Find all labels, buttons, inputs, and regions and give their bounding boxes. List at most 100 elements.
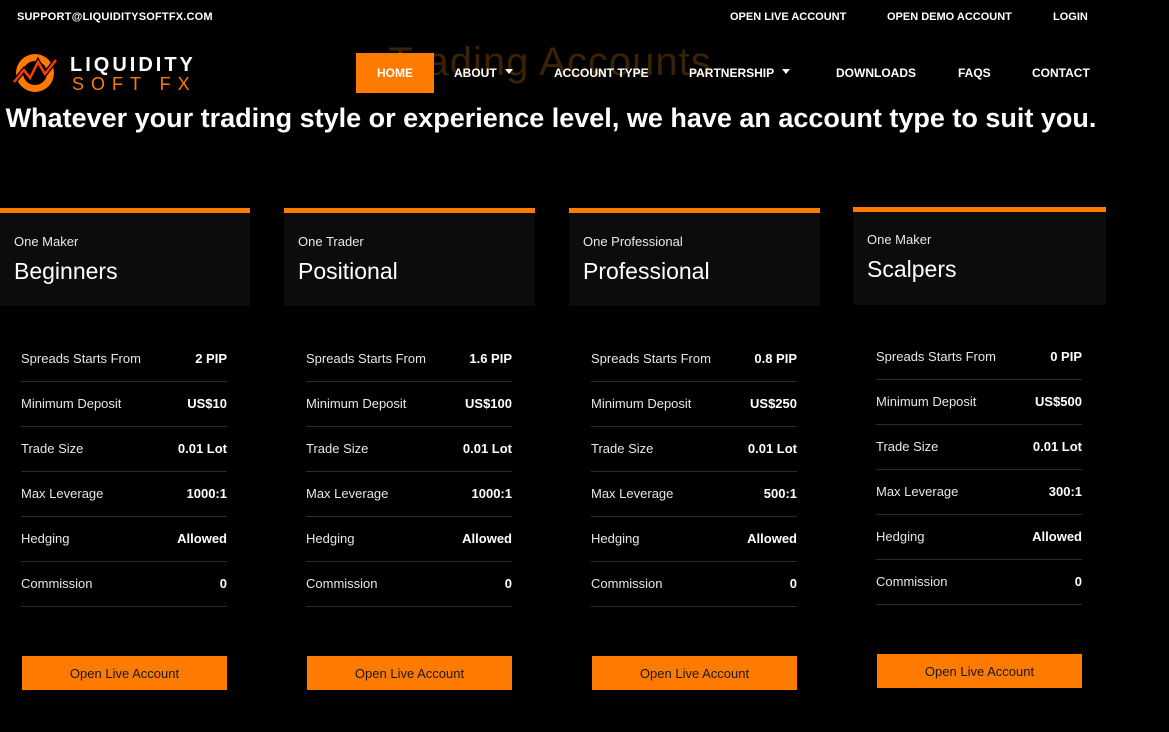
spec-row-trade-size: Trade Size 0.01 Lot [591,427,797,472]
open-live-account-button[interactable]: Open Live Account [877,654,1082,688]
spec-row-spreads: Spreads Starts From 2 PIP [21,337,227,382]
account-card-header: One Trader Positional [284,208,535,306]
spec-value: 0.8 PIP [754,351,797,366]
spec-row-leverage: Max Leverage 1000:1 [21,472,227,517]
spec-value: 1.6 PIP [469,351,512,366]
account-name: Beginners [14,258,118,284]
spec-row-leverage: Max Leverage 500:1 [591,472,797,517]
spec-value: Allowed [177,531,227,546]
nav-about-label: ABOUT [454,66,497,80]
account-card-header: One Maker Beginners [0,208,250,306]
support-email-link[interactable]: SUPPORT@LIQUIDITYSOFTFX.COM [17,11,213,23]
spec-value: 1000:1 [471,486,512,501]
account-sub-label: One Maker [867,232,932,247]
spec-value: 2 PIP [195,351,227,366]
login-link[interactable]: LOGIN [1053,11,1088,23]
spec-label: Spreads Starts From [591,351,711,366]
spec-label: Commission [591,576,663,591]
nav-home[interactable]: HOME [356,53,434,93]
spec-row-commission: Commission 0 [591,562,797,607]
spec-row-trade-size: Trade Size 0.01 Lot [306,427,512,472]
spec-label: Spreads Starts From [306,351,426,366]
spec-value: 500:1 [763,486,797,501]
spec-row-trade-size: Trade Size 0.01 Lot [21,427,227,472]
spec-value: US$500 [1035,394,1082,409]
spec-label: Hedging [591,531,640,546]
open-live-account-button[interactable]: Open Live Account [307,656,512,690]
spec-label: Commission [306,576,378,591]
spec-row-spreads: Spreads Starts From 0.8 PIP [591,337,797,382]
account-name: Scalpers [867,256,957,282]
spec-label: Trade Size [21,441,84,456]
nav-about[interactable]: ABOUT [454,66,513,80]
spec-row-deposit: Minimum Deposit US$100 [306,382,512,427]
spec-value: 0 [219,576,227,591]
nav-contact[interactable]: CONTACT [1032,66,1090,80]
spec-label: Minimum Deposit [306,396,407,411]
spec-label: Max Leverage [21,486,104,501]
logo[interactable]: LIQUIDITY SOFT FX [12,50,202,96]
spec-label: Hedging [876,529,925,544]
spec-row-leverage: Max Leverage 1000:1 [306,472,512,517]
spec-value: 0 [789,576,797,591]
spec-value: US$10 [187,396,227,411]
spec-value: 0.01 Lot [177,441,227,456]
account-card-header: One Maker Scalpers [853,207,1106,305]
spec-row-commission: Commission 0 [876,560,1082,605]
nav-partnership[interactable]: PARTNERSHIP [689,66,791,80]
spec-label: Max Leverage [306,486,389,501]
spec-label: Max Leverage [876,484,959,499]
open-live-account-button[interactable]: Open Live Account [592,656,797,690]
spec-label: Commission [21,576,93,591]
nav-downloads[interactable]: DOWNLOADS [836,66,916,80]
spec-label: Trade Size [306,441,369,456]
chevron-down-icon [504,69,513,75]
account-sub-label: One Professional [583,234,683,249]
spec-row-spreads: Spreads Starts From 0 PIP [876,335,1082,380]
top-bar: SUPPORT@LIQUIDITYSOFTFX.COM OPEN LIVE AC… [0,0,1169,36]
account-sub-label: One Trader [298,234,364,249]
spec-row-deposit: Minimum Deposit US$10 [21,382,227,427]
account-name: Positional [298,258,398,284]
logo-text-secondary: SOFT FX [72,74,197,94]
spec-value: 0.01 Lot [462,441,512,456]
spec-value: 0 [504,576,512,591]
spec-row-trade-size: Trade Size 0.01 Lot [876,425,1082,470]
spec-row-hedging: Hedging Allowed [306,517,512,562]
spec-label: Spreads Starts From [21,351,141,366]
spec-row-deposit: Minimum Deposit US$250 [591,382,797,427]
chevron-down-icon [782,69,791,75]
spec-value: 0 PIP [1050,349,1082,364]
account-card-header: One Professional Professional [569,208,820,306]
spec-label: Hedging [21,531,70,546]
spec-row-hedging: Hedging Allowed [876,515,1082,560]
spec-row-hedging: Hedging Allowed [21,517,227,562]
open-live-account-button[interactable]: Open Live Account [22,656,227,690]
spec-label: Spreads Starts From [876,349,996,364]
spec-value: 1000:1 [186,486,227,501]
nav-faqs[interactable]: FAQS [958,66,991,80]
spec-label: Hedging [306,531,355,546]
spec-label: Max Leverage [591,486,674,501]
spec-row-hedging: Hedging Allowed [591,517,797,562]
spec-label: Minimum Deposit [591,396,692,411]
spec-label: Minimum Deposit [21,396,122,411]
page-subtitle: Whatever your trading style or experienc… [5,103,1097,133]
spec-value: 0 [1074,574,1082,589]
spec-row-leverage: Max Leverage 300:1 [876,470,1082,515]
spec-value: US$250 [750,396,797,411]
open-demo-account-link[interactable]: OPEN DEMO ACCOUNT [887,11,1012,23]
account-sub-label: One Maker [14,234,79,249]
spec-label: Trade Size [876,439,939,454]
spec-value: 300:1 [1048,484,1082,499]
open-live-account-link[interactable]: OPEN LIVE ACCOUNT [730,11,846,23]
spec-label: Trade Size [591,441,654,456]
spec-value: Allowed [462,531,512,546]
spec-value: Allowed [747,531,797,546]
spec-row-deposit: Minimum Deposit US$500 [876,380,1082,425]
nav-partnership-label: PARTNERSHIP [689,66,775,80]
spec-row-commission: Commission 0 [21,562,227,607]
spec-value: Allowed [1032,529,1082,544]
spec-label: Minimum Deposit [876,394,977,409]
nav-account-type[interactable]: ACCOUNT TYPE [554,66,649,80]
